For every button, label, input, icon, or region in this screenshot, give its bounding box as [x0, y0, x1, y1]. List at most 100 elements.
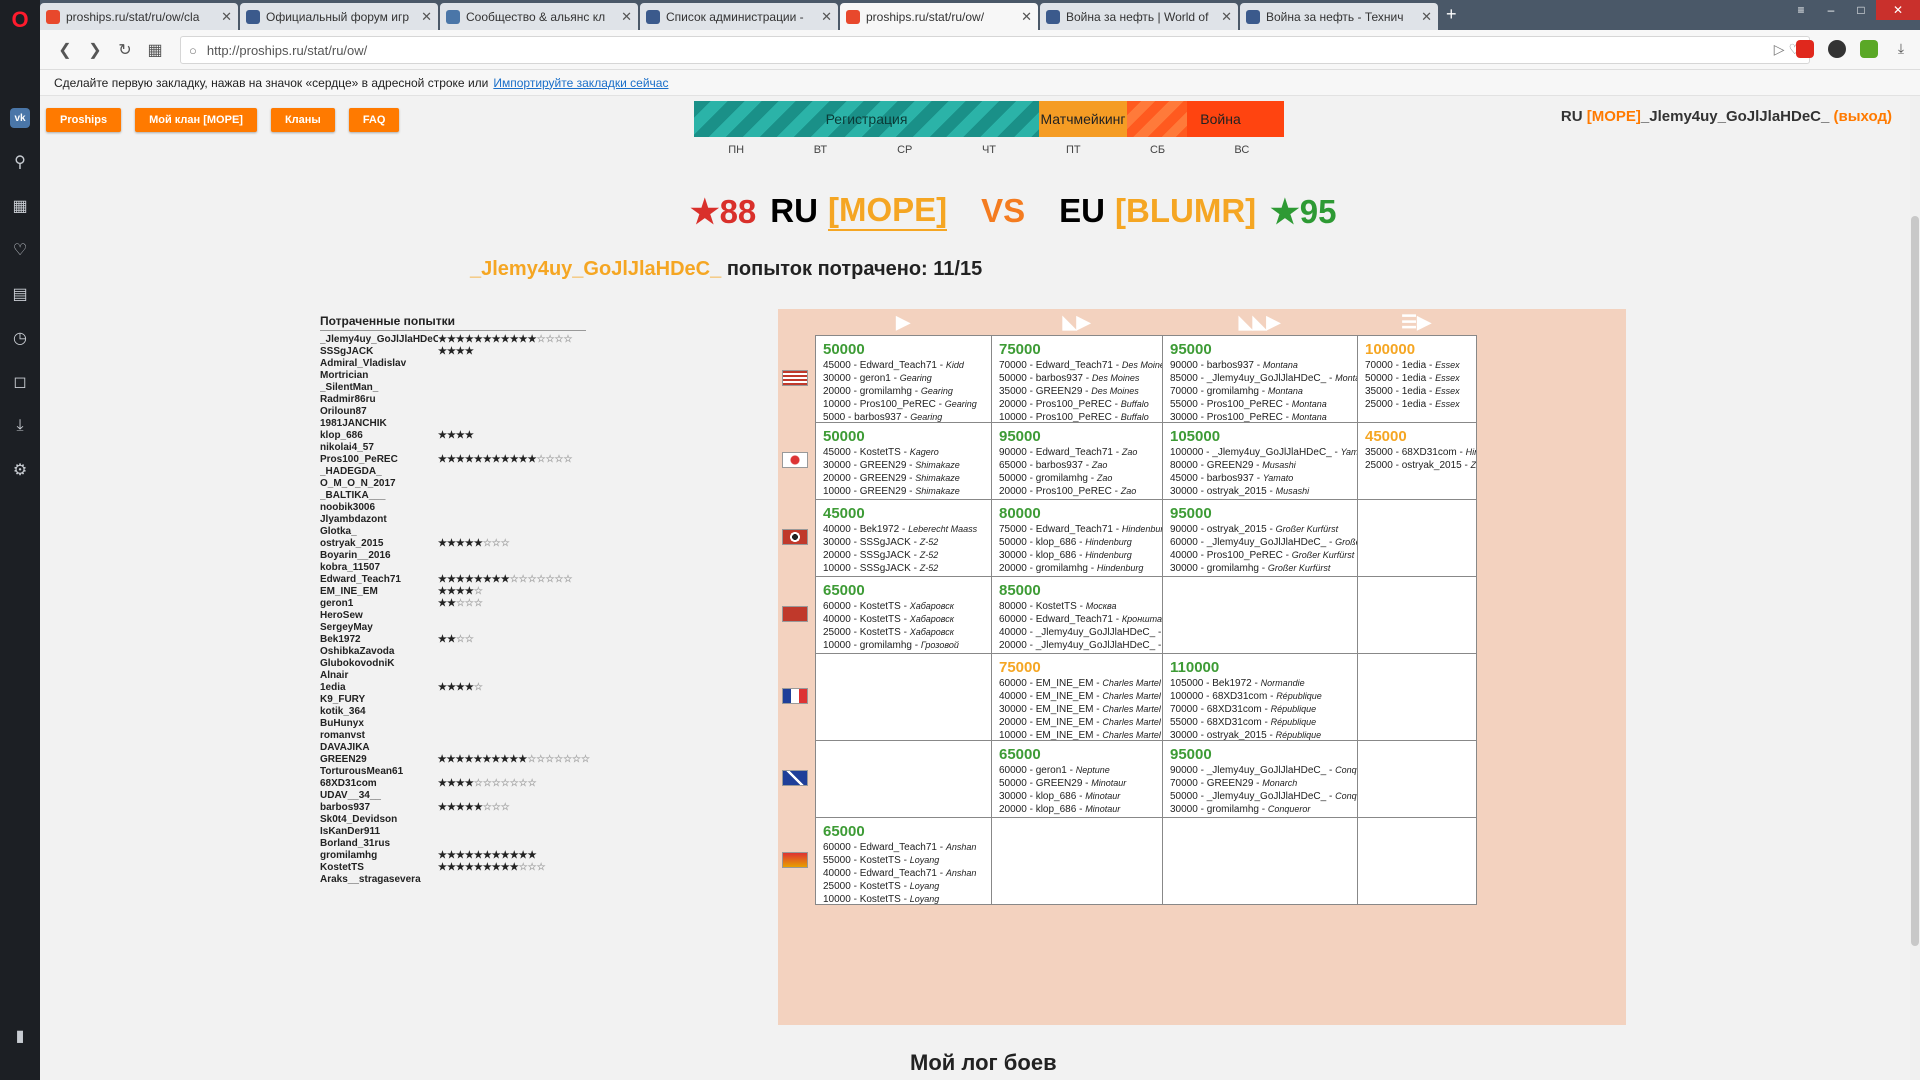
opera-logo-icon[interactable]: O — [0, 0, 40, 40]
player-name[interactable]: geron1 — [320, 598, 438, 610]
player-name[interactable]: IsKanDer911 — [320, 826, 438, 838]
player-name[interactable]: _SilentMan_ — [320, 382, 438, 394]
url-field[interactable]: ○ http://proships.ru/stat/ru/ow/ ▷ ♡ — [180, 36, 1810, 64]
right-clan[interactable]: [BLUMR] — [1115, 192, 1256, 230]
menu-icon[interactable]: ≡ — [1786, 0, 1816, 20]
player-name[interactable]: Boyarin__2016 — [320, 550, 438, 562]
search-icon[interactable]: ⚲ — [0, 140, 40, 184]
extensions-icon[interactable]: ◻ — [0, 360, 40, 404]
logout-link[interactable]: (выход) — [1834, 108, 1892, 125]
player-name[interactable]: EM_INE_EM — [320, 586, 438, 598]
vk-icon[interactable]: vk — [0, 96, 40, 140]
player-name[interactable]: Bek1972 — [320, 634, 438, 646]
player-name[interactable]: GREEN29 — [320, 754, 438, 766]
forward-button[interactable]: ❯ — [80, 40, 110, 60]
score-line: 40000 - _Jlemy4uy_GoJlJlaHDeC_ - Москва — [999, 627, 1162, 638]
reload-button[interactable]: ↻ — [110, 40, 140, 60]
player-name[interactable]: OshibkaZavoda — [320, 646, 438, 658]
user-nick[interactable]: _Jlemy4uy_GoJlJlaHDeC_ — [1641, 108, 1829, 125]
player-name[interactable]: KostetTS — [320, 862, 438, 874]
back-button[interactable]: ❮ — [50, 40, 80, 60]
tab-close-icon[interactable]: ✕ — [1221, 9, 1232, 25]
player-name[interactable]: Pros100_PeREC — [320, 454, 438, 466]
player-name[interactable]: Jlyambdazont — [320, 514, 438, 526]
player-name[interactable]: _HADEGDA_ — [320, 466, 438, 478]
browser-tab[interactable]: Список администрации - ✕ — [640, 3, 838, 30]
player-name[interactable]: _BALTIKA___ — [320, 490, 438, 502]
player-name[interactable]: barbos937 — [320, 802, 438, 814]
browser-tab[interactable]: Сообщество & альянс кл ✕ — [440, 3, 638, 30]
faq-button[interactable]: FAQ — [348, 108, 400, 132]
history-icon[interactable]: ◷ — [0, 316, 40, 360]
tab-close-icon[interactable]: ✕ — [221, 9, 232, 25]
cell-top-score: 95000 — [999, 428, 1041, 445]
my-clan-button[interactable]: Мой клан [MOPE] — [135, 108, 257, 132]
player-name[interactable]: HeroSew — [320, 610, 438, 622]
scroll-thumb[interactable] — [1911, 216, 1919, 946]
opera-sidebar: O vk ⚲ ▦ ♡ ▤ ◷ ◻ ⤓ ⚙ ▮ — [0, 0, 40, 1080]
left-clan[interactable]: [MOPE] — [827, 191, 948, 231]
player-name[interactable]: K9_FURY — [320, 694, 438, 706]
player-name[interactable]: Edward_Teach71 — [320, 574, 438, 586]
clans-button[interactable]: Кланы — [270, 108, 335, 132]
browser-tab[interactable]: proships.ru/stat/ru/ow/ ✕ — [840, 3, 1038, 30]
user-clan[interactable]: [MOPE] — [1587, 108, 1641, 125]
player-name[interactable]: GlubokovodniK — [320, 658, 438, 670]
player-name[interactable]: Oriloun87 — [320, 406, 438, 418]
player-name[interactable]: 1edia — [320, 682, 438, 694]
player-name[interactable]: nikolai4_57 — [320, 442, 438, 454]
browser-tab[interactable]: Война за нефть | World of ✕ — [1040, 3, 1238, 30]
player-name[interactable]: gromilamhg — [320, 850, 438, 862]
player-name[interactable]: Glotka_ — [320, 526, 438, 538]
player-name[interactable]: 68XD31com — [320, 778, 438, 790]
player-name[interactable]: SergeyMay — [320, 622, 438, 634]
player-name[interactable]: DAVAJIKA — [320, 742, 438, 754]
player-name[interactable]: noobik3006 — [320, 502, 438, 514]
vpn-icon[interactable] — [1828, 40, 1846, 58]
player-name[interactable]: Mortrician — [320, 370, 438, 382]
player-name[interactable]: BuHunyx — [320, 718, 438, 730]
tab-close-icon[interactable]: ✕ — [1021, 9, 1032, 25]
player-name[interactable]: ostryak_2015 — [320, 538, 438, 550]
import-bookmarks-link[interactable]: Импортируйте закладки сейчас — [493, 76, 668, 90]
player-name[interactable]: Admiral_Vladislav — [320, 358, 438, 370]
player-name[interactable]: Borland_31rus — [320, 838, 438, 850]
player-name[interactable]: 1981JANCHIK — [320, 418, 438, 430]
player-name[interactable]: kotik_364 — [320, 706, 438, 718]
news-icon[interactable]: ▤ — [0, 272, 40, 316]
downloads-icon[interactable]: ⤓ — [0, 404, 40, 448]
player-name[interactable]: Araks__stragasevera — [320, 874, 438, 886]
tab-close-icon[interactable]: ✕ — [1421, 9, 1432, 25]
heart-icon[interactable]: ♡ — [0, 228, 40, 272]
player-name[interactable]: romanvst — [320, 730, 438, 742]
player-name[interactable]: kobra_11507 — [320, 562, 438, 574]
settings-icon[interactable]: ⚙ — [0, 448, 40, 492]
sidebar-toggle-icon[interactable]: ▮ — [0, 1014, 40, 1058]
player-name[interactable]: SSSgJACK — [320, 346, 438, 358]
player-name[interactable]: TorturousMean61 — [320, 766, 438, 778]
player-name[interactable]: Alnair — [320, 670, 438, 682]
browser-tab[interactable]: proships.ru/stat/ru/ow/cla ✕ — [40, 3, 238, 30]
player-name[interactable]: Radmir86ru — [320, 394, 438, 406]
maximize-button[interactable]: □ — [1846, 0, 1876, 20]
tab-close-icon[interactable]: ✕ — [821, 9, 832, 25]
ad-block-icon[interactable] — [1796, 40, 1814, 58]
tab-close-icon[interactable]: ✕ — [621, 9, 632, 25]
download-extension-icon[interactable] — [1860, 40, 1878, 58]
player-name[interactable]: Sk0t4_Devidson — [320, 814, 438, 826]
player-name[interactable]: klop_686 — [320, 430, 438, 442]
proships-button[interactable]: Proships — [46, 108, 122, 132]
tabs-grid-icon[interactable]: ▦ — [140, 40, 170, 60]
minimize-button[interactable]: – — [1816, 0, 1846, 20]
download-manager-icon[interactable]: ⤓ — [1892, 40, 1910, 58]
speed-dial-icon[interactable]: ▦ — [0, 184, 40, 228]
tab-close-icon[interactable]: ✕ — [421, 9, 432, 25]
player-name[interactable]: UDAV__34__ — [320, 790, 438, 802]
browser-tab[interactable]: Война за нефть - Технич ✕ — [1240, 3, 1438, 30]
browser-tab[interactable]: Официальный форум игр ✕ — [240, 3, 438, 30]
page-scrollbar[interactable] — [1910, 96, 1920, 1080]
player-name[interactable]: _Jlemy4uy_GoJlJlaHDeC_ — [320, 334, 438, 346]
new-tab-button[interactable]: + — [1446, 4, 1457, 25]
player-name[interactable]: O_M_O_N_2017 — [320, 478, 438, 490]
close-window-button[interactable]: ✕ — [1876, 0, 1920, 20]
